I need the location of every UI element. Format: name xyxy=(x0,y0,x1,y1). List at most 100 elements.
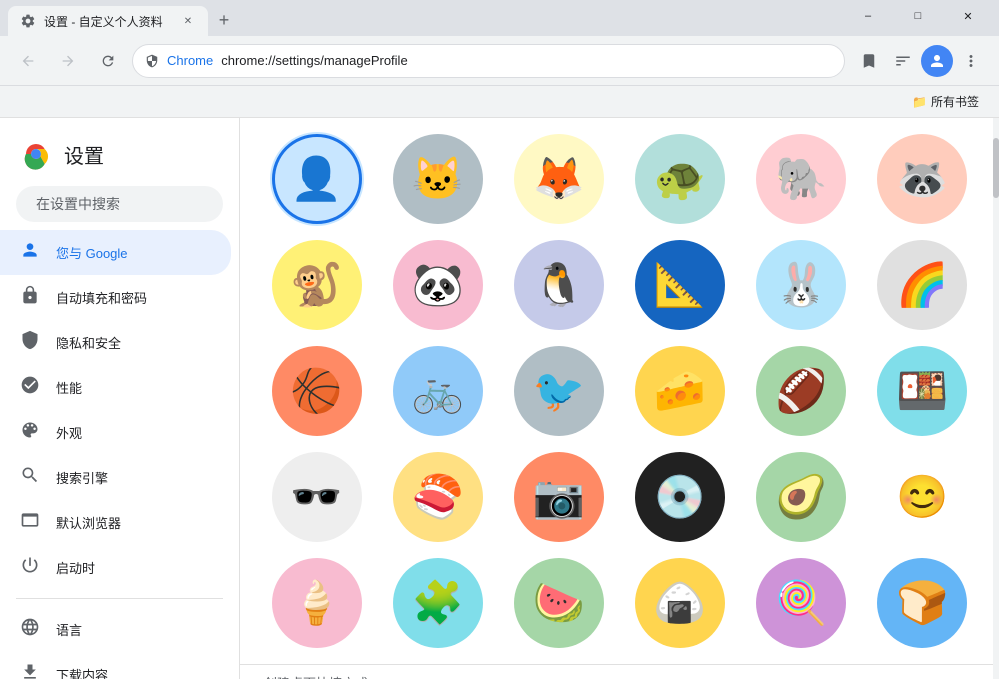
sidebar-item-privacy[interactable]: 隐私和安全 xyxy=(0,320,231,365)
avatar-tomato[interactable]: 😊 xyxy=(877,452,967,542)
minimize-button[interactable]: – xyxy=(845,0,891,32)
avatar-sushi2[interactable]: 🍣 xyxy=(393,452,483,542)
avatar-bird[interactable]: 🐦 xyxy=(514,346,604,436)
avatar-emoji-sushi2: 🍣 xyxy=(412,476,464,518)
avatar-emoji-toast: 🍞 xyxy=(896,582,948,624)
close-button[interactable]: ✕ xyxy=(945,0,991,32)
browser-toolbar: Chrome chrome://settings/manageProfile xyxy=(0,36,999,86)
titlebar: 设置 - 自定义个人资料 ✕ + – □ ✕ xyxy=(0,0,999,36)
avatar-origami-cat2[interactable]: 🦝 xyxy=(877,134,967,224)
avatar-watermelon[interactable]: 🍉 xyxy=(514,558,604,648)
avatar-panda[interactable]: 🐼 xyxy=(393,240,483,330)
reload-button[interactable] xyxy=(92,45,124,77)
avatar-cheese[interactable]: 🧀 xyxy=(635,346,725,436)
sidebar-item-label-search: 搜索引擎 xyxy=(56,468,108,487)
avatar-glasses[interactable]: 🕶️ xyxy=(272,452,362,542)
avatar-emoji-icecream: 🍦 xyxy=(290,582,342,624)
avatar-emoji-rainbow: 🌈 xyxy=(896,264,948,306)
avatar-vinyl[interactable]: 💿 xyxy=(635,452,725,542)
avatar-grid: 👤 🐱 🦊 🐢 🐘 🦝 🐒 🐼 🐧 📐 🐰 🌈 🏀 🚲 🐦 🧀 🏈 🍱 🕶️ 🍣 📷 💿 🥑 😊 🍦 🧩 🍉 🍙 🍭 🍞 xyxy=(240,118,999,664)
sidebar-item-download[interactable]: 下载内容 xyxy=(0,652,231,679)
maximize-button[interactable]: □ xyxy=(895,0,941,32)
content-scrollbar[interactable] xyxy=(993,118,999,679)
profile-button[interactable] xyxy=(921,45,953,77)
sidebar-item-search[interactable]: 搜索引擎 xyxy=(0,455,231,500)
tab-search-button[interactable] xyxy=(887,45,919,77)
avatar-onigiri[interactable]: 🍙 xyxy=(635,558,725,648)
sidebar-item-browser[interactable]: 默认浏览器 xyxy=(0,500,231,545)
sidebar-item-performance[interactable]: 性能 xyxy=(0,365,231,410)
avatar-avocado[interactable]: 🥑 xyxy=(756,452,846,542)
sidebar-item-label-autofill: 自动填充和密码 xyxy=(56,288,147,307)
avatar-default-person[interactable]: 👤 xyxy=(272,134,362,224)
avatar-cat[interactable]: 🐱 xyxy=(393,134,483,224)
avatar-emoji-tomato: 😊 xyxy=(896,476,948,518)
search-input[interactable] xyxy=(36,196,217,212)
address-url: chrome://settings/manageProfile xyxy=(221,53,407,68)
sidebar-item-autofill[interactable]: 自动填充和密码 xyxy=(0,275,231,320)
search-bar[interactable] xyxy=(16,186,223,222)
search-icon xyxy=(20,465,40,490)
avatar-emoji-default-person: 👤 xyxy=(290,158,342,200)
security-icon xyxy=(145,54,159,68)
active-tab[interactable]: 设置 - 自定义个人资料 ✕ xyxy=(8,6,208,36)
sidebar-item-language[interactable]: 语言 xyxy=(0,607,231,652)
avatar-candy[interactable]: 🍭 xyxy=(756,558,846,648)
avatar-emoji-avocado: 🥑 xyxy=(775,476,827,518)
sidebar-item-label-download: 下载内容 xyxy=(56,665,108,679)
settings-page-title: 设置 xyxy=(64,140,104,169)
menu-button[interactable] xyxy=(955,45,987,77)
avatar-emoji-origami-turtle: 🐢 xyxy=(654,158,706,200)
avatar-emoji-onigiri: 🍙 xyxy=(654,582,706,624)
download-icon xyxy=(20,662,40,679)
avatar-football[interactable]: 🏈 xyxy=(756,346,846,436)
scrollbar-thumb[interactable] xyxy=(993,138,999,198)
titlebar-controls: – □ ✕ xyxy=(845,0,991,36)
sidebar-item-startup[interactable]: 启动时 xyxy=(0,545,231,590)
performance-icon xyxy=(20,375,40,400)
avatar-emoji-puzzle: 🧩 xyxy=(412,582,464,624)
avatar-toast[interactable]: 🍞 xyxy=(877,558,967,648)
back-button[interactable] xyxy=(12,45,44,77)
sidebar-item-appearance[interactable]: 外观 xyxy=(0,410,231,455)
avatar-basketball[interactable]: 🏀 xyxy=(272,346,362,436)
footer-text: 创建桌面快捷方式... xyxy=(240,664,999,679)
avatar-camera[interactable]: 📷 xyxy=(514,452,604,542)
bookmark-button[interactable] xyxy=(853,45,885,77)
avatar-emoji-bird: 🐦 xyxy=(533,370,585,412)
avatar-emoji-vinyl: 💿 xyxy=(654,476,706,518)
sidebar-item-google[interactable]: 您与 Google xyxy=(0,230,231,275)
avatar-emoji-glasses: 🕶️ xyxy=(290,476,342,518)
avatar-origami-arrow[interactable]: 📐 xyxy=(635,240,725,330)
chrome-logo xyxy=(20,138,52,170)
forward-button[interactable] xyxy=(52,45,84,77)
avatar-rabbit[interactable]: 🐰 xyxy=(756,240,846,330)
avatar-puzzle[interactable]: 🧩 xyxy=(393,558,483,648)
avatar-emoji-bicycle: 🚲 xyxy=(412,370,464,412)
bookmarks-folder[interactable]: 📁 所有书签 xyxy=(904,89,987,114)
google-icon xyxy=(20,240,40,265)
avatar-rainbow[interactable]: 🌈 xyxy=(877,240,967,330)
avatar-origami-elephant[interactable]: 🐘 xyxy=(756,134,846,224)
avatar-emoji-origami-arrow: 📐 xyxy=(654,264,706,306)
appearance-icon xyxy=(20,420,40,445)
new-tab-button[interactable]: + xyxy=(210,6,238,34)
startup-icon xyxy=(20,555,40,580)
address-brand: Chrome xyxy=(167,53,213,68)
avatar-monkey[interactable]: 🐒 xyxy=(272,240,362,330)
avatar-sushi[interactable]: 🍱 xyxy=(877,346,967,436)
address-bar[interactable]: Chrome chrome://settings/manageProfile xyxy=(132,44,845,78)
avatar-bicycle[interactable]: 🚲 xyxy=(393,346,483,436)
avatar-emoji-football: 🏈 xyxy=(775,370,827,412)
titlebar-left: 设置 - 自定义个人资料 ✕ + xyxy=(8,6,845,36)
avatar-origami-turtle[interactable]: 🐢 xyxy=(635,134,725,224)
avatar-emoji-watermelon: 🍉 xyxy=(533,582,585,624)
avatar-origami-fox[interactable]: 🦊 xyxy=(514,134,604,224)
avatar-icecream[interactable]: 🍦 xyxy=(272,558,362,648)
privacy-icon xyxy=(20,330,40,355)
sidebar-divider xyxy=(16,598,223,599)
tab-close-button[interactable]: ✕ xyxy=(180,13,196,29)
sidebar-item-label-browser: 默认浏览器 xyxy=(56,513,121,532)
bookmarks-bar: 📁 所有书签 xyxy=(0,86,999,118)
avatar-penguin[interactable]: 🐧 xyxy=(514,240,604,330)
